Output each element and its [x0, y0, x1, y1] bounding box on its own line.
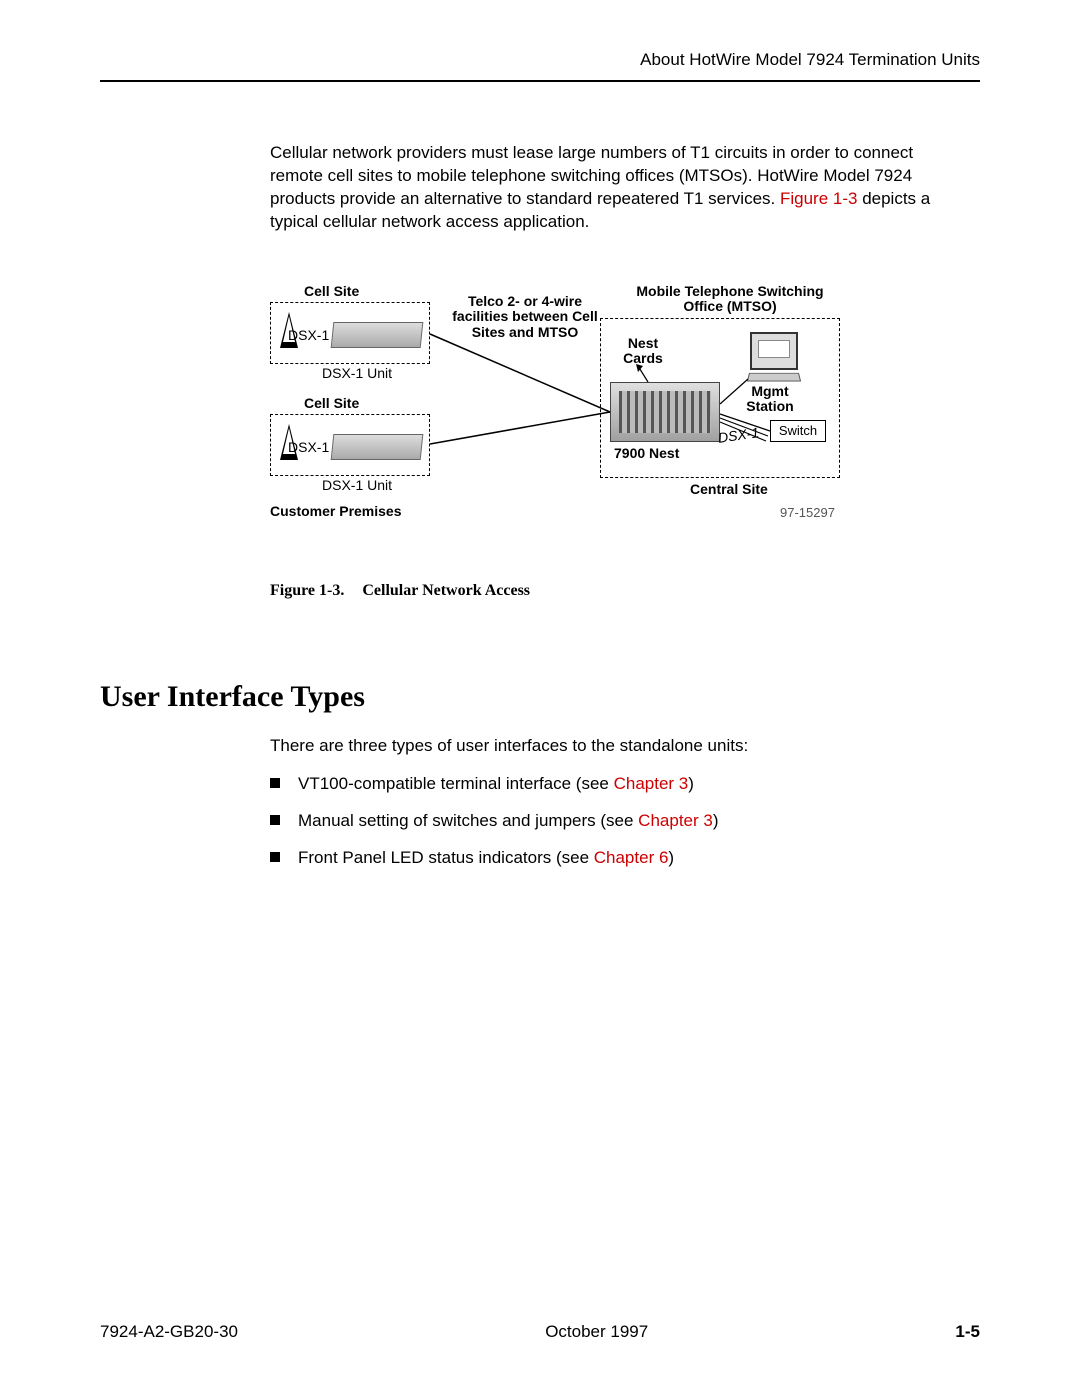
keyboard-icon: [747, 373, 801, 382]
figure-number-code: 97-15297: [780, 506, 835, 520]
bullet-list: VT100-compatible terminal interface (see…: [270, 772, 980, 870]
label-telco: Telco 2- or 4-wire facilities between Ce…: [450, 294, 600, 340]
figure-1-3: Cell Site DSX-1 DSX-1 Unit Cell Site DSX…: [270, 284, 840, 600]
label-dsx1-2: DSX-1: [288, 440, 329, 455]
header-title: About HotWire Model 7924 Termination Uni…: [640, 50, 980, 69]
list-item: VT100-compatible terminal interface (see…: [270, 772, 980, 797]
switch-box: Switch: [770, 420, 826, 442]
chapter-link[interactable]: Chapter 3: [638, 811, 713, 830]
list-item: Manual setting of switches and jumpers (…: [270, 809, 980, 834]
monitor-icon: [750, 332, 798, 370]
label-dsx1-unit-1: DSX-1 Unit: [322, 366, 392, 381]
page-footer: 7924-A2-GB20-30 October 1997 1-5: [100, 1322, 980, 1342]
label-dsx1-1: DSX-1: [288, 328, 329, 343]
item-after: ): [713, 811, 719, 830]
dsx-unit-icon-1: [331, 322, 424, 348]
section-body: There are three types of user interfaces…: [270, 734, 980, 871]
label-mgmt-station: Mgmt Station: [740, 384, 800, 415]
page-header: About HotWire Model 7924 Termination Uni…: [100, 50, 980, 82]
section-intro: There are three types of user interfaces…: [270, 734, 980, 759]
label-mtso: Mobile Telephone Switching Office (MTSO): [630, 284, 830, 315]
item-text: Front Panel LED status indicators (see: [298, 848, 594, 867]
item-after: ): [668, 848, 674, 867]
dsx-unit-icon-2: [331, 434, 424, 460]
intro-paragraph: Cellular network providers must lease la…: [270, 142, 970, 234]
chapter-link[interactable]: Chapter 6: [594, 848, 669, 867]
label-cell-site-2: Cell Site: [304, 396, 359, 411]
label-dsx1-unit-2: DSX-1 Unit: [322, 478, 392, 493]
label-central-site: Central Site: [690, 482, 768, 497]
figure-ref-link[interactable]: Figure 1-3: [780, 189, 857, 208]
chapter-link[interactable]: Chapter 3: [614, 774, 689, 793]
label-cell-site-1: Cell Site: [304, 284, 359, 299]
label-7900-nest: 7900 Nest: [614, 446, 679, 461]
caption-number: Figure 1-3.: [270, 582, 344, 599]
footer-date: October 1997: [545, 1322, 648, 1342]
footer-docnum: 7924-A2-GB20-30: [100, 1322, 238, 1342]
label-switch: Switch: [779, 423, 817, 438]
nest-icon: [610, 382, 720, 442]
label-nest-cards: Nest Cards: [618, 336, 668, 367]
item-after: ): [688, 774, 694, 793]
figure-caption: Figure 1-3. Cellular Network Access: [270, 582, 840, 600]
section-heading-user-interface-types: User Interface Types: [100, 680, 980, 714]
label-customer-premises: Customer Premises: [270, 504, 402, 519]
item-text: Manual setting of switches and jumpers (…: [298, 811, 638, 830]
item-text: VT100-compatible terminal interface (see: [298, 774, 614, 793]
caption-title: Cellular Network Access: [362, 582, 530, 599]
list-item: Front Panel LED status indicators (see C…: [270, 846, 980, 871]
footer-page: 1-5: [955, 1322, 980, 1342]
